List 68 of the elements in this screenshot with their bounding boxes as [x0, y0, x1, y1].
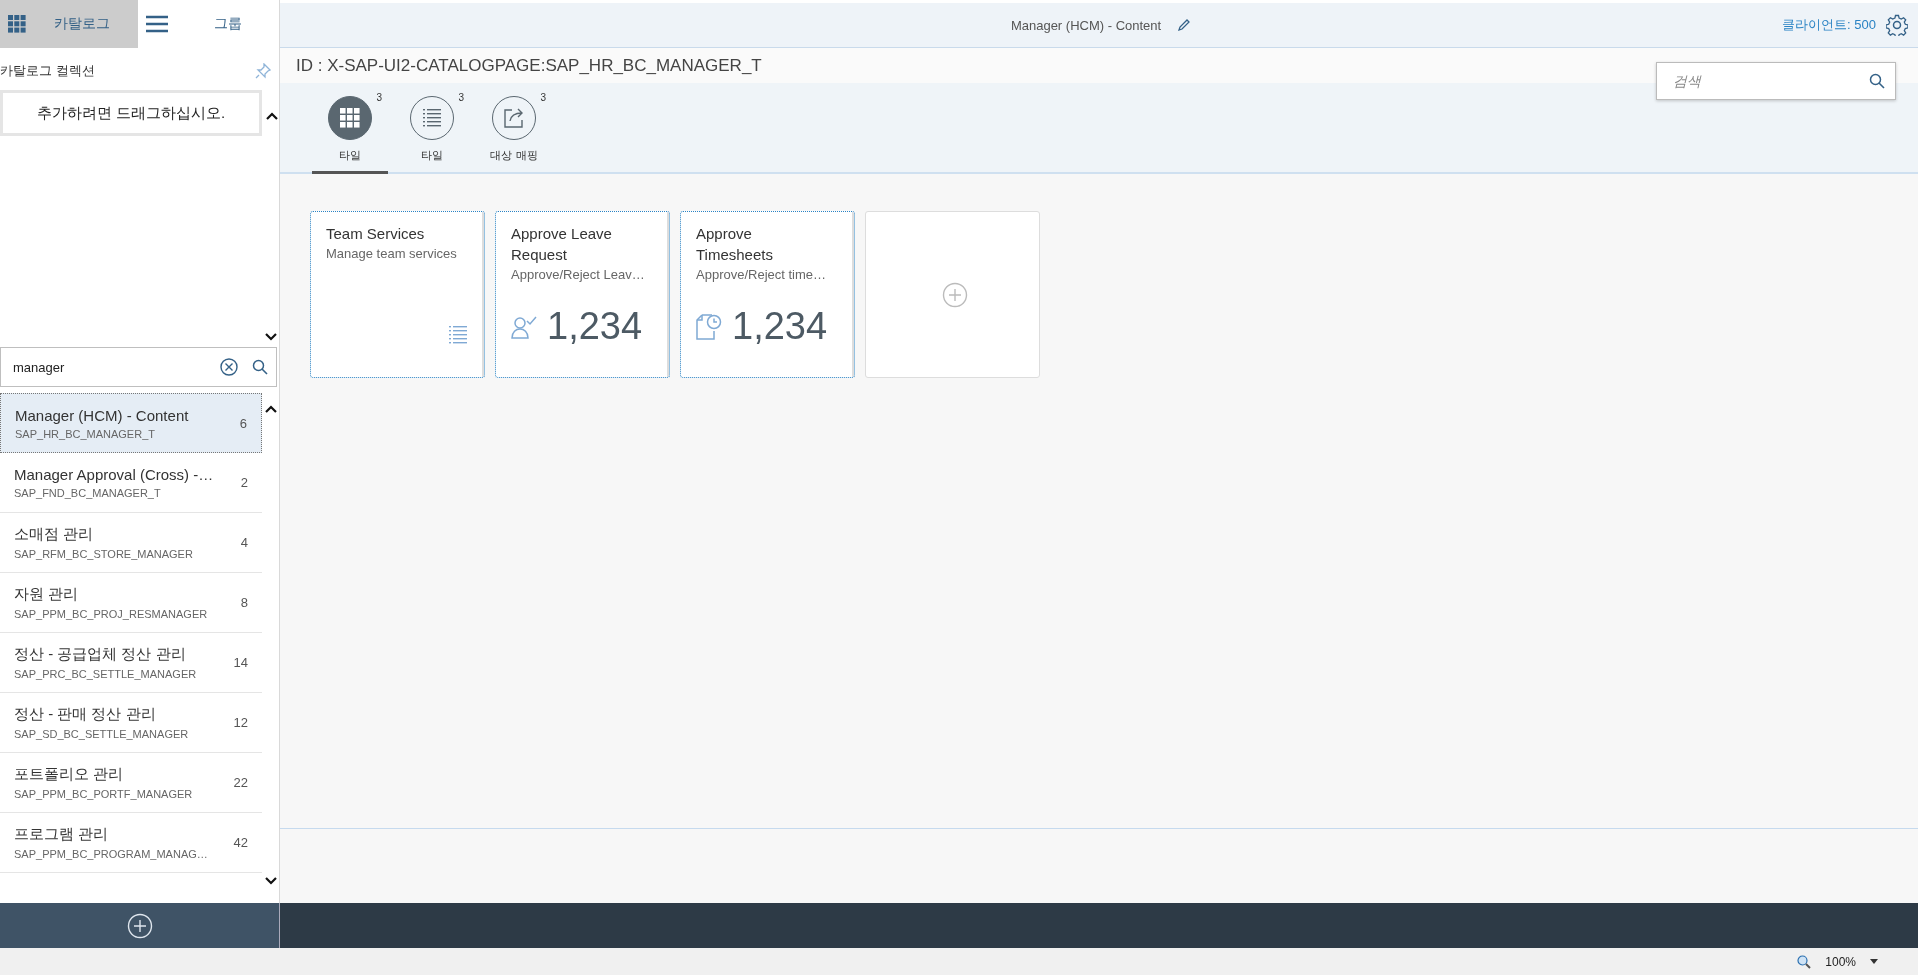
chevron-up-icon[interactable] — [266, 112, 278, 120]
catalog-id: SAP_SD_BC_SETTLE_MANAGER — [14, 728, 190, 740]
add-tile[interactable] — [865, 211, 1040, 378]
caret-icon[interactable] — [1870, 959, 1878, 964]
tab-count: 3 — [458, 92, 464, 103]
collection-title: 카탈로그 컬렉션 — [0, 62, 95, 80]
search-icon[interactable] — [1869, 73, 1885, 89]
pencil-icon[interactable] — [1177, 18, 1192, 32]
zoom-level: 100% — [1825, 954, 1856, 969]
page-id: ID : X-SAP-UI2-CATALOGPAGE:SAP_HR_BC_MANAGER_T — [296, 55, 762, 76]
catalog-id: SAP_PPM_BC_PROJ_RESMANAGER — [14, 608, 209, 620]
app-tile[interactable]: Approve Leave Request Approve/Reject Leav… 1,234 — [495, 211, 670, 378]
catalog-item[interactable]: Manager (HCM) - Content SAP_HR_BC_MANAGER_T 6 — [0, 393, 262, 453]
catalog-tab[interactable]: 카탈로그 — [0, 0, 138, 48]
tile-title: Approve Leave Request — [511, 224, 613, 265]
catalog-id: SAP_PRC_BC_SETTLE_MANAGER — [14, 668, 198, 680]
tile-number: 1,234 — [547, 305, 643, 348]
tile-subtitle: Approve/Reject Leav… — [511, 267, 646, 282]
search-input[interactable]: manager — [11, 358, 206, 376]
menu-icon — [146, 15, 168, 33]
tile-title: Approve Timesheets — [696, 224, 774, 265]
catalog-title: 정산 - 공급업체 정산 관리 — [14, 645, 187, 664]
catalog-count: 12 — [233, 715, 248, 730]
grid-icon — [340, 108, 360, 128]
catalog-title: Manager (HCM) - Content — [15, 406, 190, 424]
clear-icon[interactable] — [220, 358, 238, 376]
list-icon — [422, 108, 442, 128]
zoom-icon[interactable] — [1797, 954, 1812, 969]
drop-zone: 추가하려면 드래그하십시오. — [0, 90, 262, 136]
search-field[interactable]: 검색 — [1656, 62, 1896, 100]
catalog-count: 42 — [233, 835, 248, 850]
settings-icon[interactable] — [1886, 14, 1908, 36]
catalog-title: 프로그램 관리 — [14, 825, 110, 844]
catalog-title: 소매점 관리 — [14, 525, 95, 544]
app-tile[interactable]: Team Services Manage team services — [310, 211, 485, 378]
catalog-count: 8 — [240, 595, 248, 610]
catalog-id: SAP_RFM_BC_STORE_MANAGER — [14, 548, 194, 560]
client-label: 클라이언트: 500 — [1782, 16, 1876, 34]
tile-subtitle: Manage team services — [326, 246, 458, 261]
document-clock-icon — [696, 312, 722, 341]
catalog-count: 22 — [233, 775, 248, 790]
tile-title: Team Services — [326, 224, 426, 244]
catalog-count: 2 — [240, 475, 248, 490]
catalog-title: Manager Approval (Cross) -… — [14, 466, 215, 483]
catalog-count: 6 — [239, 415, 247, 431]
catalog-id: SAP_PPM_BC_PORTF_MANAGER — [14, 788, 194, 800]
grid-icon — [8, 15, 26, 33]
search-icon[interactable] — [252, 359, 268, 375]
chevron-up-icon[interactable] — [264, 405, 277, 413]
chevron-down-icon[interactable] — [264, 877, 277, 885]
tile-subtitle: Approve/Reject time… — [696, 267, 828, 282]
tile-number: 1,234 — [732, 305, 828, 348]
catalog-count: 4 — [240, 535, 248, 550]
group-tab[interactable]: 그룹 — [138, 0, 279, 48]
catalog-id: SAP_HR_BC_MANAGER_T — [15, 427, 156, 440]
chevron-down-icon[interactable] — [265, 333, 277, 341]
catalog-search-field[interactable]: manager — [0, 347, 277, 387]
page-title: Manager (HCM) - Content — [1010, 17, 1162, 33]
catalog-title: 자원 관리 — [14, 585, 80, 604]
catalog-title: 정산 - 판매 정산 관리 — [14, 705, 157, 724]
catalog-id: SAP_PPM_BC_PROGRAM_MANAG… — [14, 848, 209, 860]
catalog-title: 포트폴리오 관리 — [14, 765, 125, 784]
app-tile[interactable]: Approve Timesheets Approve/Reject time… 1,234 — [680, 211, 855, 378]
share-icon — [503, 107, 525, 129]
catalog-count: 14 — [233, 655, 248, 670]
list-icon — [448, 325, 468, 345]
tab-count: 3 — [540, 92, 546, 103]
catalog-id: SAP_FND_BC_MANAGER_T — [14, 487, 162, 499]
